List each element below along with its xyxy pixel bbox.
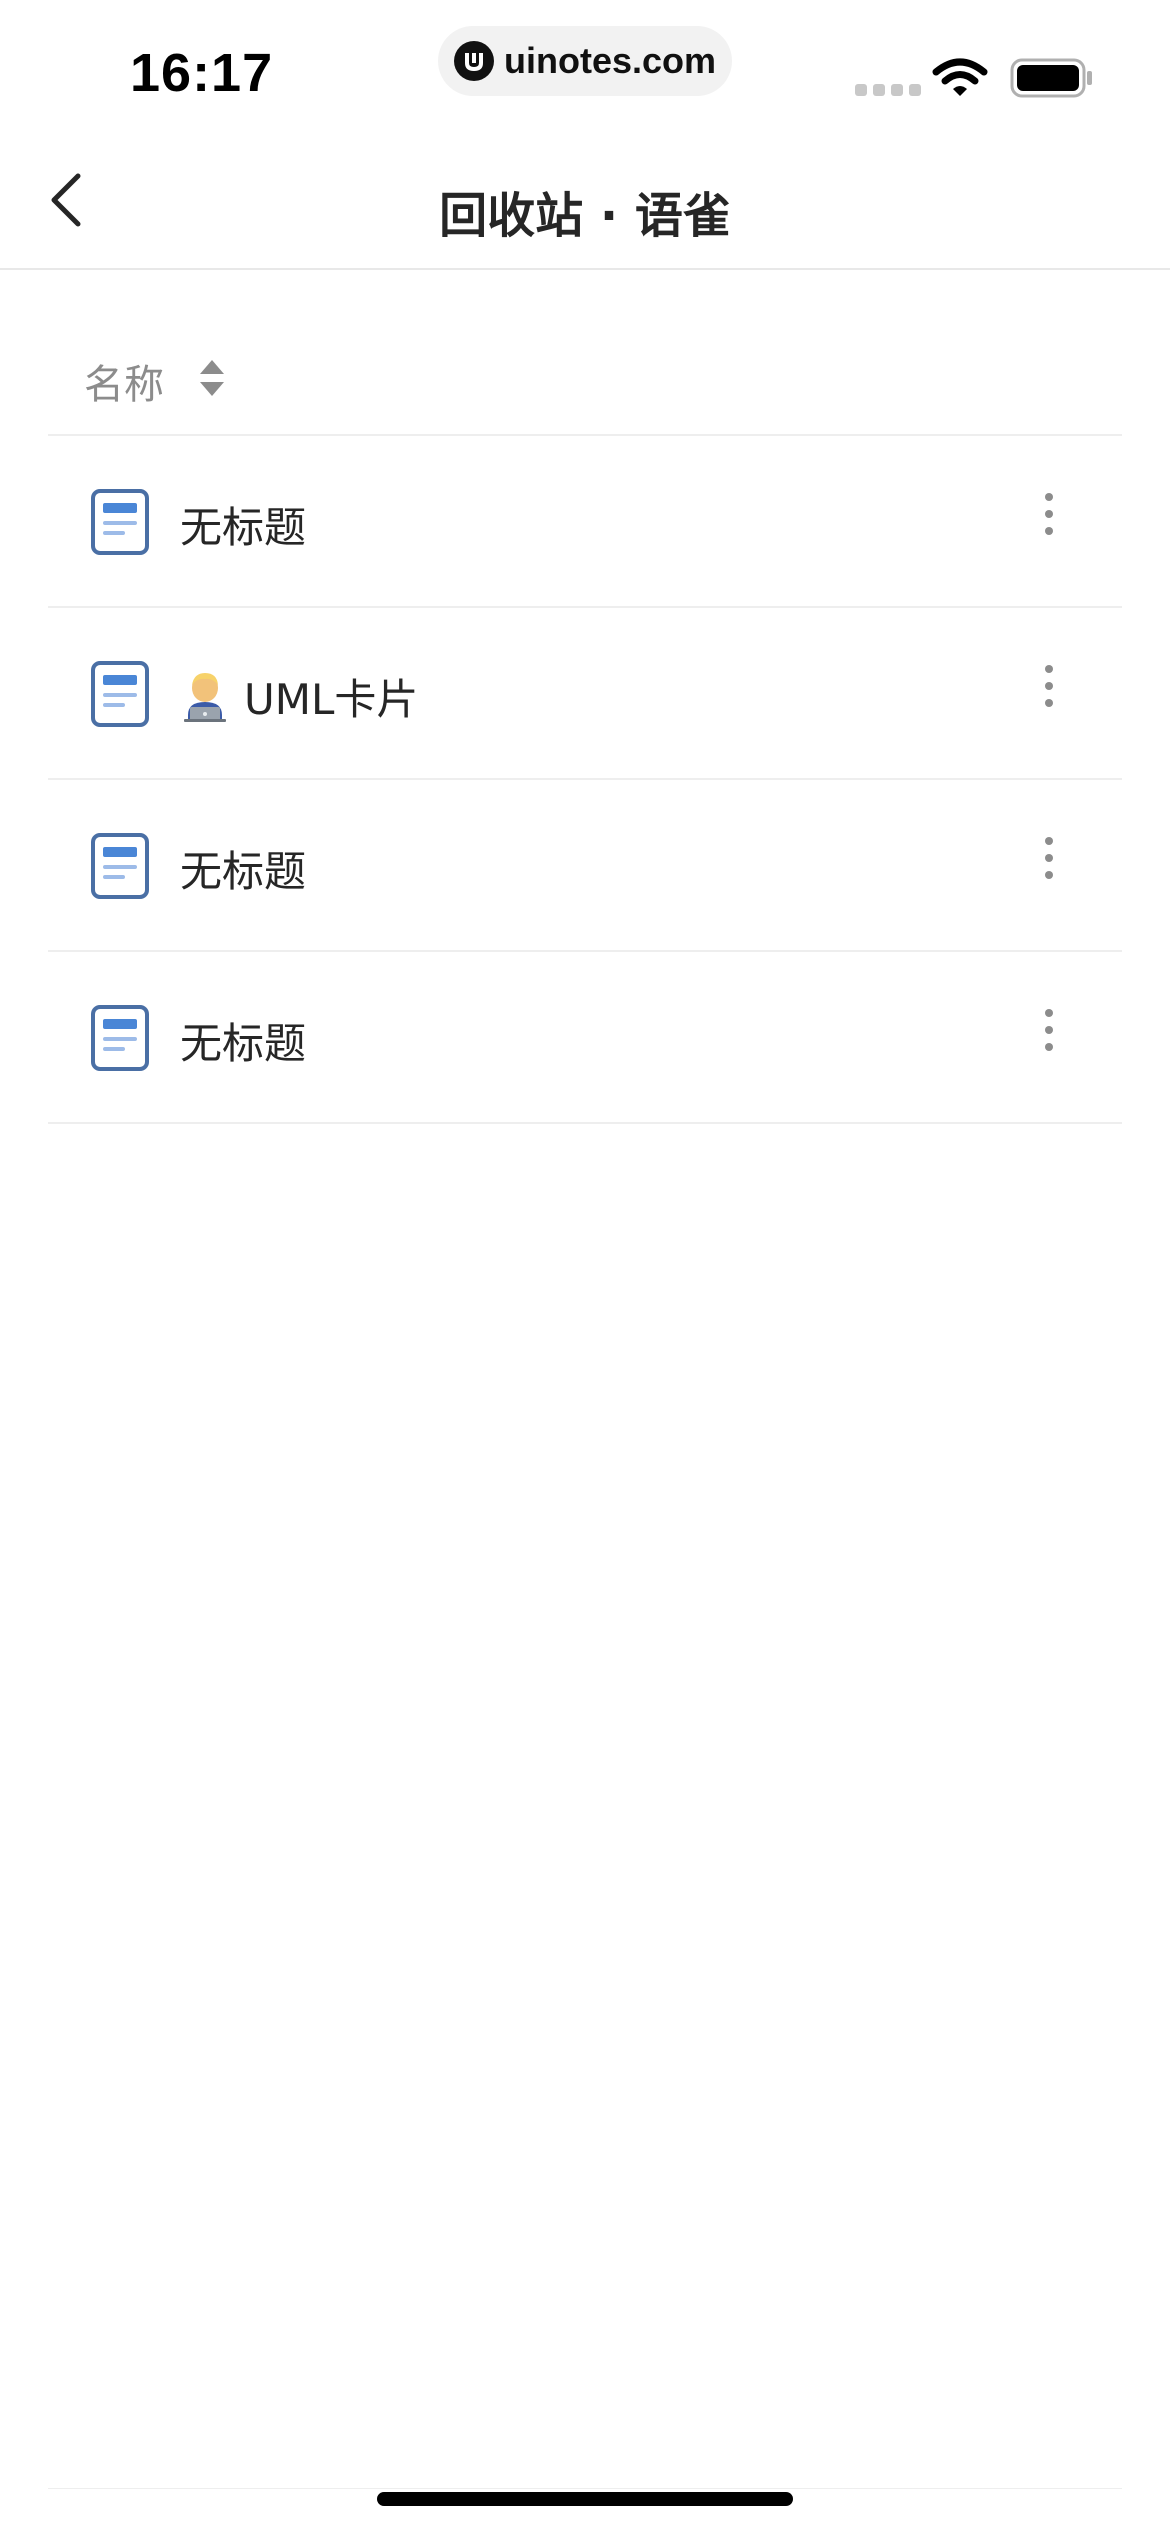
page-title: 回收站 · 语雀: [439, 188, 731, 244]
url-pill[interactable]: uinotes.com: [438, 26, 732, 96]
item-title-text: 无标题: [180, 1019, 307, 1068]
more-options-icon[interactable]: [1034, 828, 1064, 888]
bottom-divider: [48, 2488, 1122, 2489]
status-bar: 16:17 uinotes.com: [0, 0, 1170, 130]
technologist-emoji-icon: [180, 671, 230, 723]
list-item[interactable]: 无标题: [48, 436, 1122, 608]
document-icon: [90, 832, 150, 904]
home-indicator[interactable]: [377, 2492, 793, 2506]
cellular-signal-icon: [855, 84, 921, 96]
document-list: 无标题 UML卡片 无标题 无标题: [48, 436, 1122, 1124]
status-time: 16:17: [130, 43, 274, 103]
more-options-icon[interactable]: [1034, 656, 1064, 716]
document-icon: [90, 660, 150, 732]
item-title-text: 无标题: [180, 847, 307, 896]
document-icon: [90, 1004, 150, 1076]
sort-label: 名称: [84, 362, 164, 408]
site-logo-icon: [454, 41, 494, 81]
list-item[interactable]: 无标题: [48, 952, 1122, 1124]
item-title: UML卡片: [180, 666, 418, 727]
item-title-text: 无标题: [180, 503, 307, 552]
navigation-bar: 回收站 · 语雀: [0, 130, 1170, 270]
item-title: 无标题: [180, 1010, 306, 1071]
item-title: 无标题: [180, 494, 306, 555]
list-item[interactable]: UML卡片: [48, 608, 1122, 780]
sort-toggle-icon[interactable]: [198, 358, 226, 402]
battery-icon: [1010, 58, 1094, 102]
more-options-icon[interactable]: [1034, 1000, 1064, 1060]
sort-header[interactable]: 名称: [48, 330, 1122, 436]
wifi-icon: [932, 58, 988, 104]
item-title-text: UML卡片: [244, 675, 419, 724]
item-title: 无标题: [180, 838, 306, 899]
url-text: uinotes.com: [504, 40, 717, 81]
document-icon: [90, 488, 150, 560]
more-options-icon[interactable]: [1034, 484, 1064, 544]
list-item[interactable]: 无标题: [48, 780, 1122, 952]
